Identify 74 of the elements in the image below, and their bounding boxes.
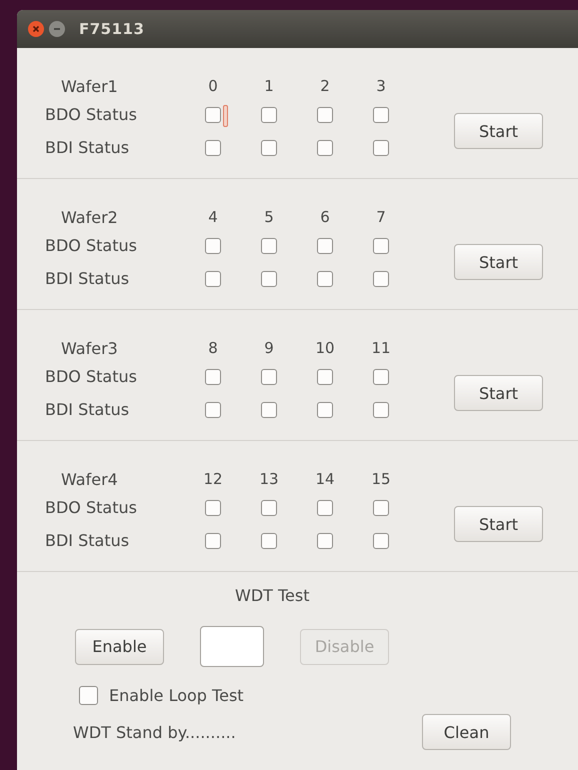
section-title: WDT Test [235,586,310,605]
checkbox[interactable] [261,106,277,122]
checkbox[interactable] [317,532,333,548]
checkbox[interactable] [317,238,333,254]
checkbox[interactable] [205,368,221,384]
checkbox[interactable] [261,270,277,286]
checkbox[interactable] [205,140,221,156]
checkbox[interactable] [317,270,333,286]
bit-number: 7 [376,208,386,226]
bit-number: 14 [315,470,335,488]
bit-number: 11 [371,339,391,357]
checkbox[interactable] [261,140,277,156]
checkbox[interactable] [261,500,277,516]
checkbox[interactable] [373,402,389,418]
enable-button[interactable]: Enable [75,628,164,664]
bit-number: 13 [259,470,279,488]
checkbox[interactable] [261,368,277,384]
close-icon[interactable] [28,21,44,37]
checkbox[interactable] [205,238,221,254]
checkbox[interactable] [79,686,98,705]
checkbox[interactable] [205,106,221,122]
checkbox[interactable] [205,270,221,286]
status-label: BDI Status [45,400,130,419]
checkbox[interactable] [317,500,333,516]
wafer-label: Wafer1 [60,76,119,96]
bit-number: 2 [320,77,330,95]
checkbox[interactable] [373,106,389,122]
start-button[interactable]: Start [454,375,543,411]
status-label: BDI Status [45,531,130,550]
checkbox[interactable] [261,532,277,548]
checkbox[interactable] [373,368,389,384]
checkbox[interactable] [205,500,221,516]
status-label: BDI Status [45,138,130,157]
status-label: BDO Status [45,367,138,386]
checkbox[interactable] [261,402,277,418]
checkbox-label: Enable Loop Test [109,686,244,705]
bit-number: 6 [320,208,330,226]
bit-number: 15 [371,470,391,488]
checkbox[interactable] [317,368,333,384]
window-title: F75113 [79,20,144,38]
wafer-label: Wafer4 [60,470,119,488]
status-label: BDO Status [45,236,138,255]
wafer-label: Wafer2 [60,208,119,226]
bit-number: 3 [376,77,386,95]
checkbox[interactable] [205,402,221,418]
checkbox[interactable] [205,532,221,548]
bit-number: 8 [208,339,218,357]
checkbox[interactable] [317,140,333,156]
bit-number: 0 [208,77,218,95]
checkbox[interactable] [373,238,389,254]
status-label: BDO Status [45,105,138,124]
start-button[interactable]: Start [454,506,543,542]
status-label: BDO Status [45,498,138,517]
clean-button[interactable]: Clean [422,714,511,750]
checkbox[interactable] [317,106,333,122]
wafer-label: Wafer3 [60,338,119,358]
input-field[interactable] [200,626,264,667]
bit-number: 5 [264,208,274,226]
checkbox[interactable] [317,402,333,418]
bit-number: 9 [264,339,274,357]
bit-number: 10 [315,339,335,357]
checkbox[interactable] [373,270,389,286]
status-label: BDI Status [45,269,130,288]
status-text: WDT Stand by.......... [73,722,236,742]
checkbox[interactable] [373,500,389,516]
minimize-icon[interactable] [49,21,65,37]
start-button[interactable]: Start [454,113,543,149]
checkbox[interactable] [261,238,277,254]
bit-number: 12 [203,470,223,488]
start-button[interactable]: Start [454,244,543,280]
bit-number: 1 [264,77,274,95]
checkbox[interactable] [373,140,389,156]
bit-number: 4 [208,208,218,226]
checkbox[interactable] [373,532,389,548]
